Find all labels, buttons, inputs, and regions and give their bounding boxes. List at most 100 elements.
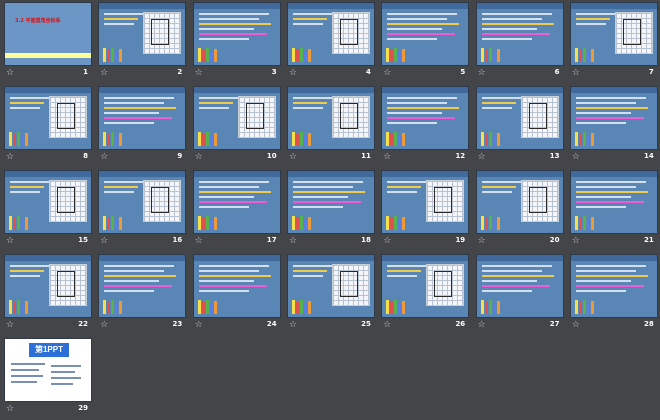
slide-thumbnail-cell[interactable]: 3.2 平面直角坐标系 ☆ 1 — [0, 0, 94, 84]
slide-transition-star-icon[interactable]: ☆ — [6, 321, 14, 330]
slide-transition-star-icon[interactable]: ☆ — [6, 69, 14, 78]
text-line — [10, 265, 50, 267]
plotted-shape — [528, 187, 547, 213]
slide-thumbnail[interactable] — [381, 2, 470, 66]
slide-thumbnail[interactable] — [98, 254, 187, 318]
slide-transition-star-icon[interactable]: ☆ — [195, 321, 203, 330]
slide-thumbnail[interactable] — [192, 86, 281, 150]
slide-thumbnail[interactable] — [192, 254, 281, 318]
slide-thumbnail[interactable] — [98, 86, 187, 150]
slide-thumbnail-cell[interactable]: ☆ 13 — [472, 84, 566, 168]
slide-thumbnail-cell[interactable]: ☆ 16 — [94, 168, 188, 252]
slide-transition-star-icon[interactable]: ☆ — [195, 153, 203, 162]
slide-thumbnail-cell[interactable]: ☆ 10 — [189, 84, 283, 168]
slide-thumbnail-cell[interactable]: ☆ 22 — [0, 252, 94, 336]
slide-transition-star-icon[interactable]: ☆ — [478, 153, 486, 162]
colored-pencils-decoration — [9, 300, 31, 314]
slide-transition-star-icon[interactable]: ☆ — [6, 153, 14, 162]
slide-thumbnail[interactable] — [4, 170, 92, 234]
slide-thumbnail-cell[interactable]: ☆ 20 — [472, 168, 566, 252]
slide-thumbnail[interactable] — [381, 170, 470, 234]
slide-thumbnail-cell[interactable]: ☆ 14 — [566, 84, 660, 168]
slide-transition-star-icon[interactable]: ☆ — [289, 153, 297, 162]
slide-thumbnail[interactable] — [381, 254, 470, 318]
slide-thumbnail[interactable] — [286, 86, 375, 150]
slide-thumbnail-cell[interactable]: 第1PPT ☆ 29 — [0, 336, 94, 420]
slide-transition-star-icon[interactable]: ☆ — [383, 237, 391, 246]
slide-transition-star-icon[interactable]: ☆ — [572, 153, 580, 162]
slide-transition-star-icon[interactable]: ☆ — [100, 237, 108, 246]
slide-thumbnail[interactable] — [475, 254, 564, 318]
slide-thumbnail-cell[interactable]: ☆ 17 — [189, 168, 283, 252]
slide-thumbnail-cell[interactable]: ☆ 4 — [283, 0, 377, 84]
slide-thumbnail-cell[interactable]: ☆ 3 — [189, 0, 283, 84]
slide-transition-star-icon[interactable]: ☆ — [383, 153, 391, 162]
text-line — [104, 186, 139, 188]
slide-thumbnail-cell[interactable]: ☆ 26 — [377, 252, 471, 336]
slide-thumbnail[interactable] — [286, 2, 375, 66]
slide-thumbnail-cell[interactable]: ☆ 12 — [377, 84, 471, 168]
slide-transition-star-icon[interactable]: ☆ — [572, 69, 580, 78]
slide-thumbnail-cell[interactable]: ☆ 27 — [472, 252, 566, 336]
slide-thumbnail-cell[interactable]: ☆ 18 — [283, 168, 377, 252]
slide-header-bar — [382, 171, 469, 177]
slide-thumbnail[interactable]: 3.2 平面直角坐标系 — [4, 2, 92, 66]
slide-thumbnail[interactable] — [475, 170, 564, 234]
slide-thumbnail-cell[interactable]: ☆ 6 — [472, 0, 566, 84]
slide-thumbnail-cell[interactable]: ☆ 2 — [94, 0, 188, 84]
slide-transition-star-icon[interactable]: ☆ — [383, 321, 391, 330]
slide-thumbnail[interactable] — [569, 254, 658, 318]
slide-thumbnail[interactable] — [569, 86, 658, 150]
slide-transition-star-icon[interactable]: ☆ — [478, 237, 486, 246]
slide-transition-star-icon[interactable]: ☆ — [195, 237, 203, 246]
slide-thumbnail[interactable] — [4, 86, 92, 150]
slide-number: 9 — [177, 152, 183, 160]
slide-thumbnail-cell[interactable]: ☆ 25 — [283, 252, 377, 336]
slide-transition-star-icon[interactable]: ☆ — [289, 69, 297, 78]
slide-thumbnail-cell[interactable]: ☆ 19 — [377, 168, 471, 252]
slide-thumbnail[interactable] — [475, 2, 564, 66]
text-line — [104, 23, 135, 25]
slide-thumbnail[interactable] — [4, 254, 92, 318]
slide-transition-star-icon[interactable]: ☆ — [478, 69, 486, 78]
slide-transition-star-icon[interactable]: ☆ — [100, 153, 108, 162]
slide-thumbnail-cell[interactable]: ☆ 23 — [94, 252, 188, 336]
text-line — [575, 191, 648, 193]
slide-thumbnail-cell[interactable]: ☆ 8 — [0, 84, 94, 168]
slide-thumbnail-cell[interactable]: ☆ 7 — [566, 0, 660, 84]
slide-thumbnail-cell[interactable]: ☆ 15 — [0, 168, 94, 252]
slide-thumbnail[interactable] — [98, 2, 187, 66]
slide-transition-star-icon[interactable]: ☆ — [572, 321, 580, 330]
slide-number: 27 — [549, 320, 560, 328]
plotted-shape — [151, 187, 170, 213]
slide-thumbnail[interactable]: 第1PPT — [4, 338, 92, 402]
slide-transition-star-icon[interactable]: ☆ — [100, 321, 108, 330]
slide-transition-star-icon[interactable]: ☆ — [289, 237, 297, 246]
slide-thumbnail-cell[interactable]: ☆ 28 — [566, 252, 660, 336]
slide-thumbnail-cell[interactable]: ☆ 11 — [283, 84, 377, 168]
text-line — [11, 369, 39, 371]
slide-transition-star-icon[interactable]: ☆ — [478, 321, 486, 330]
slide-thumbnail[interactable] — [192, 2, 281, 66]
slide-thumbnail-cell[interactable]: ☆ 9 — [94, 84, 188, 168]
slide-transition-star-icon[interactable]: ☆ — [6, 405, 14, 414]
slide-thumbnail-cell[interactable]: ☆ 21 — [566, 168, 660, 252]
slide-transition-star-icon[interactable]: ☆ — [100, 69, 108, 78]
slide-transition-star-icon[interactable]: ☆ — [572, 237, 580, 246]
colored-pencils-decoration — [480, 48, 503, 62]
slide-thumbnail-cell[interactable]: ☆ 5 — [377, 0, 471, 84]
slide-thumbnail-cell[interactable]: ☆ 24 — [189, 252, 283, 336]
slide-thumbnail[interactable] — [569, 170, 658, 234]
slide-transition-star-icon[interactable]: ☆ — [383, 69, 391, 78]
slide-thumbnail[interactable] — [98, 170, 187, 234]
slide-thumbnail[interactable] — [286, 254, 375, 318]
slide-thumbnail[interactable] — [381, 86, 470, 150]
slide-thumbnail[interactable] — [569, 2, 658, 66]
slide-transition-star-icon[interactable]: ☆ — [6, 237, 14, 246]
slide-thumbnail[interactable] — [286, 170, 375, 234]
slide-thumbnail[interactable] — [192, 170, 281, 234]
slide-transition-star-icon[interactable]: ☆ — [195, 69, 203, 78]
text-line — [575, 122, 626, 124]
slide-thumbnail[interactable] — [475, 86, 564, 150]
slide-transition-star-icon[interactable]: ☆ — [289, 321, 297, 330]
